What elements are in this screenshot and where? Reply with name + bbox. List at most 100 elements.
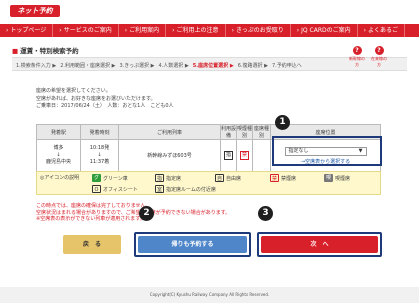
th-train: ご利用列車 bbox=[118, 124, 221, 140]
td-seat-type bbox=[252, 139, 271, 172]
back-button[interactable]: 戻 る bbox=[63, 235, 121, 254]
nav-item-notes[interactable]: › ご利用上の注意 bbox=[166, 24, 226, 37]
legend-office-seat: O オフィスシート bbox=[92, 185, 138, 193]
step-5-active: 5.座席位置選択 ▶ bbox=[192, 62, 234, 69]
nav-label: きっぷのお受取り bbox=[235, 27, 284, 34]
next-button[interactable]: 次 へ bbox=[261, 236, 378, 253]
nav-label: トップページ bbox=[10, 27, 47, 34]
icon-legend: ◎アイコンの説明 ググリーン車 指指定席 自自由席 禁禁煙席 喫喫煙席 O オフィ… bbox=[36, 171, 381, 195]
step-1: 1.検索条件入力 ▶ bbox=[16, 62, 57, 69]
step-label: 検索条件入力 bbox=[20, 62, 51, 69]
return-trip-button[interactable]: 帰りも予約する bbox=[138, 236, 247, 253]
legend-reserved: 指指定席 bbox=[155, 174, 181, 182]
nav-item-pickup[interactable]: › きっぷのお受取り bbox=[226, 24, 291, 37]
legend-label: 禁煙席 bbox=[281, 175, 297, 182]
page-title: ■ 運賃・特別検索予約 bbox=[12, 45, 79, 55]
info-text: 座席の希望を選択してください。 空席があれば、お好きな座席をお選びいただけます。… bbox=[36, 88, 174, 111]
legend-label: 自由席 bbox=[226, 175, 242, 182]
callout-badge-2: 2 bbox=[139, 206, 154, 221]
td-smoking: 禁 bbox=[236, 139, 253, 172]
from-station: 博多 bbox=[53, 145, 64, 151]
header: ネット予約 bbox=[0, 0, 419, 22]
green-car-icon: グ bbox=[92, 174, 101, 182]
arrow-down-icon: ↓ bbox=[56, 152, 61, 158]
nav-arrow-icon: › bbox=[124, 27, 128, 34]
step-label: きっぷ選択 bbox=[124, 62, 150, 69]
legend-title: ◎アイコンの説明 bbox=[40, 175, 80, 181]
info-line: 座席の希望を選択してください。 bbox=[36, 88, 111, 94]
warning-notes: この時点では、座席の確保は完了しておりません。 空席状況はまれる場合がありますの… bbox=[36, 203, 230, 223]
site-logo[interactable]: ネット予約 bbox=[10, 5, 60, 17]
footer-copyright: Copyright(C) Kyushu Railway Company All … bbox=[0, 287, 419, 303]
nav-item-jqcard[interactable]: › JQ CARDのご案内 bbox=[291, 24, 358, 37]
nav-item-service[interactable]: › サービスのご案内 bbox=[53, 24, 119, 37]
legend-non-reserved: 自自由席 bbox=[215, 174, 241, 182]
legend-label: 指定席ルームの付近席 bbox=[166, 186, 216, 193]
nav-label: JQ CARDのご案内 bbox=[301, 27, 351, 34]
th-seat-type: 座席種別 bbox=[252, 124, 271, 140]
step-indicator: 1.検索条件入力 ▶ 2.利用範囲・座席選択 ▶ 3.きっぷ選択 ▶ 4.人数選… bbox=[12, 46, 407, 72]
th-facility: 利用設備 bbox=[220, 124, 237, 140]
main-nav: › トップページ › サービスのご案内 › ご利用案内 › ご利用上の注意 › きっぷのお… bbox=[0, 24, 419, 37]
to-station: 鹿児島中央 bbox=[45, 159, 71, 165]
nav-label: ご利用上の注意 bbox=[176, 27, 219, 34]
th-smoking: 喫煙種別 bbox=[236, 124, 253, 140]
page-title-text: 運賃・特別検索予約 bbox=[20, 47, 79, 55]
help-local[interactable]: ? 在来線の方 bbox=[370, 46, 388, 68]
th-time: 発着時刻 bbox=[80, 124, 119, 140]
step-2: 2.利用範囲・座席選択 ▶ bbox=[60, 62, 116, 69]
dep-time: 10:18発 bbox=[89, 145, 110, 151]
nav-arrow-icon: › bbox=[59, 27, 62, 34]
nav-item-guide[interactable]: › ご利用案内 bbox=[119, 24, 167, 37]
step-label: 復路選択 bbox=[242, 62, 263, 69]
help-label: 新幹線の方 bbox=[349, 56, 365, 67]
step-4: 4.人数選択 ▶ bbox=[158, 62, 189, 69]
title-bullet-icon: ■ bbox=[12, 47, 19, 55]
step-label: 予約申込へ bbox=[276, 62, 302, 69]
nav-arrow-icon: › bbox=[363, 27, 367, 34]
nav-item-top[interactable]: › トップページ bbox=[0, 24, 54, 37]
next-button-frame: 次 へ bbox=[257, 232, 382, 257]
step-6: 6.復路選択 ▶ bbox=[237, 62, 268, 69]
info-line: 空席があれば、お好きな座席をお選びいただけます。 bbox=[36, 95, 156, 102]
th-station: 発着駅 bbox=[36, 124, 81, 140]
nav-label: ご利用案内 bbox=[129, 27, 160, 34]
reserved-seat-icon: 指 bbox=[224, 151, 233, 160]
step-label: 人数選択 bbox=[163, 62, 184, 69]
arrow-down-icon: ↓ bbox=[97, 152, 102, 158]
legend-smoking: 喫喫煙席 bbox=[324, 174, 350, 182]
nav-arrow-icon: › bbox=[6, 27, 9, 34]
nav-label: サービスのご案内 bbox=[63, 27, 112, 34]
legend-non-smoking: 禁禁煙席 bbox=[270, 174, 296, 182]
non-smoking-icon: 禁 bbox=[240, 151, 249, 160]
smoking-icon: 喫 bbox=[324, 174, 333, 182]
step-7: 7.予約申込へ bbox=[271, 62, 302, 69]
help-icon: ? bbox=[374, 46, 384, 55]
callout-badge-3: 3 bbox=[258, 206, 273, 221]
nav-arrow-icon: › bbox=[172, 27, 175, 34]
note-line: ※空席表の表示ができない列車が適用されます。 bbox=[36, 216, 145, 222]
step-label: 座席位置選択 bbox=[198, 62, 229, 69]
office-seat-icon: O bbox=[92, 185, 101, 193]
help-shinkansen[interactable]: ? 新幹線の方 bbox=[348, 46, 366, 68]
callout-badge-1: 1 bbox=[275, 115, 290, 130]
non-smoking-icon: 禁 bbox=[270, 174, 279, 182]
help-icon: ? bbox=[352, 46, 362, 55]
td-station: 博多 ↓ 鹿児島中央 bbox=[36, 139, 81, 172]
reserved-seat-icon: 指 bbox=[155, 174, 164, 182]
legend-green-car: ググリーン車 bbox=[92, 174, 128, 182]
legend-room-seat: 室指定席ルームの付近席 bbox=[155, 185, 216, 193]
td-facility: 指 bbox=[220, 139, 237, 172]
td-time: 10:18発 ↓ 11:37着 bbox=[80, 139, 119, 172]
nav-item-faq[interactable]: › よくあるご bbox=[358, 24, 406, 37]
legend-label: 指定席 bbox=[166, 175, 182, 182]
seat-position-highlight bbox=[272, 136, 382, 166]
room-seat-icon: 室 bbox=[155, 185, 164, 193]
steps-row: 1.検索条件入力 ▶ 2.利用範囲・座席選択 ▶ 3.きっぷ選択 ▶ 4.人数選… bbox=[16, 58, 306, 72]
info-line: ご乗車日：2017/06/24（土） 人数：おとな1人 こども0人 bbox=[36, 103, 174, 109]
step-3: 3.きっぷ選択 ▶ bbox=[119, 62, 155, 69]
non-reserved-seat-icon: 自 bbox=[215, 174, 224, 182]
arr-time: 11:37着 bbox=[89, 159, 110, 165]
nav-arrow-icon: › bbox=[296, 27, 300, 34]
legend-label: オフィスシート bbox=[103, 186, 138, 193]
